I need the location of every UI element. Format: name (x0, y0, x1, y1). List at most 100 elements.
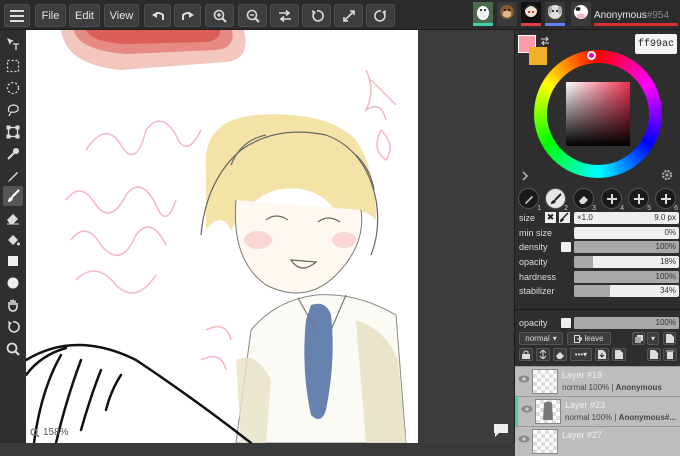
avatar[interactable] (545, 2, 565, 26)
stabilizer-slider[interactable]: 34% (574, 285, 679, 297)
caret-down-icon: ▾ (552, 334, 557, 343)
ellipse-select-tool[interactable] (3, 78, 23, 98)
more-dots-icon: •••▾ (574, 350, 588, 359)
layer-opacity-checkbox[interactable] (561, 318, 571, 328)
blend-mode-select[interactable]: normal ▾ (519, 332, 563, 345)
brush-slot[interactable]: 2 (545, 188, 568, 212)
document-icon (615, 350, 623, 359)
fit-screen-button[interactable] (334, 4, 363, 27)
zoom-tool[interactable] (3, 339, 23, 359)
ellipse-shape-tool[interactable] (3, 273, 23, 293)
layer-item[interactable]: Layer #23 normal 100% | Anonymous#... (515, 396, 680, 426)
clear-layer-button[interactable] (553, 348, 567, 361)
flip-arrows-icon (278, 9, 291, 22)
eraser-tool[interactable] (3, 208, 23, 228)
brush-icon (8, 189, 20, 202)
opacity-slider[interactable]: 18% (574, 256, 679, 268)
settings-button[interactable] (661, 168, 673, 186)
view-menu-button[interactable]: View (104, 4, 139, 27)
brush-slot[interactable]: 1 (518, 188, 541, 212)
brush-slot[interactable]: 5 (628, 188, 651, 212)
fill-tool[interactable] (3, 230, 23, 250)
min-size-value: 0% (664, 228, 676, 237)
expand-panel-button[interactable] (521, 168, 529, 186)
min-size-slider[interactable]: 0% (574, 227, 679, 239)
avatar[interactable] (521, 2, 541, 26)
avatar[interactable] (473, 2, 493, 26)
zoom-indicator: 158% (30, 427, 69, 438)
eye-icon[interactable] (521, 405, 533, 413)
eye-icon[interactable] (518, 375, 530, 383)
rect-select-tool[interactable] (3, 56, 23, 76)
move-layer-button[interactable] (536, 348, 550, 361)
rect-shape-tool[interactable] (3, 251, 23, 271)
transform-tool[interactable] (3, 122, 23, 142)
layer-item[interactable]: Layer #27 (515, 426, 680, 456)
hardness-row: hardness 100% (519, 271, 679, 283)
brush-slot[interactable]: 6 (655, 188, 678, 212)
pressure-size-toggle[interactable]: ✖ (545, 212, 556, 223)
rotate-right-button[interactable] (366, 4, 395, 27)
chat-button[interactable] (492, 422, 510, 438)
avatar[interactable] (571, 2, 591, 26)
new-layer-button[interactable] (663, 332, 676, 345)
layer-opacity-slider[interactable]: 100% (574, 317, 679, 329)
copy-icon (634, 334, 643, 343)
monkey-avatar-icon (500, 5, 514, 19)
brush-slot[interactable]: 3 (573, 188, 596, 212)
add-layer-button[interactable] (647, 348, 661, 361)
merge-down-button[interactable] (595, 348, 609, 361)
pen-tool[interactable] (3, 166, 23, 186)
rotate-left-button[interactable] (302, 4, 331, 27)
export-layer-button[interactable] (612, 348, 626, 361)
dog-avatar-icon (548, 5, 562, 19)
more-options-button[interactable]: •••▾ (570, 348, 592, 361)
hardness-slider[interactable]: 100% (574, 271, 679, 283)
eraser-icon (578, 195, 588, 204)
layer-item[interactable]: Layer #18 normal 100% | Anonymous (515, 366, 680, 396)
edit-menu-button[interactable]: Edit (69, 4, 100, 27)
lock-icon (522, 350, 530, 359)
undo-button[interactable] (144, 4, 171, 27)
hamburger-menu-button[interactable] (4, 4, 30, 27)
eyedropper-tool[interactable] (3, 144, 23, 164)
leave-button[interactable]: leave (567, 332, 611, 345)
chevron-right-icon (522, 171, 529, 181)
brush-tool[interactable] (3, 186, 23, 206)
stabilizer-label: stabilizer (519, 286, 555, 296)
brush-shape-toggle[interactable] (559, 212, 570, 223)
flip-button[interactable] (270, 4, 299, 27)
avatar[interactable] (497, 2, 517, 26)
drawing-canvas[interactable] (26, 30, 418, 443)
duplicate-layer-button[interactable] (632, 332, 645, 345)
eye-icon[interactable] (518, 435, 530, 443)
color-wheel[interactable] (534, 50, 662, 178)
divider (515, 309, 680, 310)
brush-slot[interactable]: 4 (601, 188, 624, 212)
lock-layer-button[interactable] (519, 348, 533, 361)
hand-tool[interactable] (3, 295, 23, 315)
density-slider[interactable]: 100% (574, 241, 679, 253)
rotate-view-tool[interactable] (3, 317, 23, 337)
hue-handle[interactable] (587, 51, 596, 60)
lasso-tool[interactable] (3, 100, 23, 120)
swap-colors-button[interactable] (540, 33, 550, 51)
delete-layer-button[interactable] (663, 348, 677, 361)
transform-icon (6, 125, 20, 139)
zoom-out-button[interactable] (238, 4, 267, 27)
file-menu-button[interactable]: File (35, 4, 66, 27)
zoom-in-button[interactable] (205, 4, 234, 27)
pen-icon (8, 172, 18, 182)
expand-icon (342, 9, 355, 22)
density-pressure-checkbox[interactable] (561, 242, 571, 252)
canvas-area[interactable]: 158% (26, 30, 514, 443)
size-slider[interactable]: ×1.0 9.0 px (574, 212, 679, 224)
up-down-arrows-icon (539, 350, 547, 359)
magnifier-icon (30, 427, 40, 438)
layer-options-button[interactable]: ▾ (647, 332, 659, 345)
saturation-value-square[interactable] (566, 82, 630, 146)
redo-button[interactable] (174, 4, 201, 27)
slider-fill (574, 285, 610, 297)
move-tool[interactable] (3, 34, 23, 54)
pen-icon (524, 195, 533, 204)
